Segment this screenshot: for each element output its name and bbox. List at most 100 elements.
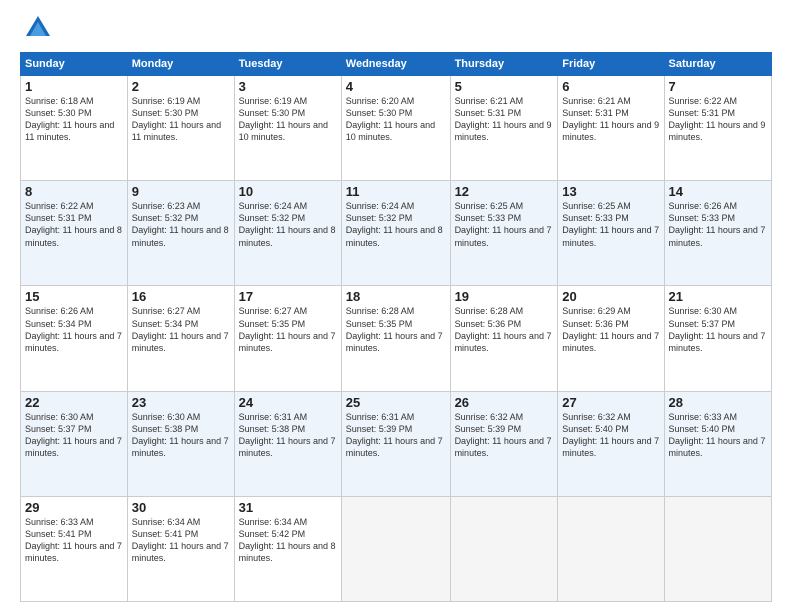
- day-number: 16: [132, 289, 230, 304]
- day-info: Sunrise: 6:30 AMSunset: 5:38 PMDaylight:…: [132, 411, 230, 460]
- day-number: 6: [562, 79, 659, 94]
- calendar-header-wednesday: Wednesday: [341, 53, 450, 76]
- calendar-cell: 27Sunrise: 6:32 AMSunset: 5:40 PMDayligh…: [558, 391, 664, 496]
- day-info: Sunrise: 6:24 AMSunset: 5:32 PMDaylight:…: [346, 200, 446, 249]
- day-info: Sunrise: 6:33 AMSunset: 5:41 PMDaylight:…: [25, 516, 123, 565]
- calendar-header-row: SundayMondayTuesdayWednesdayThursdayFrid…: [21, 53, 772, 76]
- calendar-header-thursday: Thursday: [450, 53, 558, 76]
- day-info: Sunrise: 6:26 AMSunset: 5:34 PMDaylight:…: [25, 305, 123, 354]
- day-number: 28: [669, 395, 767, 410]
- day-number: 21: [669, 289, 767, 304]
- day-info: Sunrise: 6:31 AMSunset: 5:38 PMDaylight:…: [239, 411, 337, 460]
- calendar-cell: 17Sunrise: 6:27 AMSunset: 5:35 PMDayligh…: [234, 286, 341, 391]
- day-info: Sunrise: 6:19 AMSunset: 5:30 PMDaylight:…: [239, 95, 337, 144]
- calendar-cell: 31Sunrise: 6:34 AMSunset: 5:42 PMDayligh…: [234, 496, 341, 601]
- day-number: 11: [346, 184, 446, 199]
- day-info: Sunrise: 6:31 AMSunset: 5:39 PMDaylight:…: [346, 411, 446, 460]
- day-number: 13: [562, 184, 659, 199]
- day-info: Sunrise: 6:30 AMSunset: 5:37 PMDaylight:…: [669, 305, 767, 354]
- day-number: 3: [239, 79, 337, 94]
- day-number: 2: [132, 79, 230, 94]
- calendar-cell: 22Sunrise: 6:30 AMSunset: 5:37 PMDayligh…: [21, 391, 128, 496]
- calendar-header-saturday: Saturday: [664, 53, 771, 76]
- calendar-table: SundayMondayTuesdayWednesdayThursdayFrid…: [20, 52, 772, 602]
- day-number: 19: [455, 289, 554, 304]
- day-number: 27: [562, 395, 659, 410]
- calendar-cell: 12Sunrise: 6:25 AMSunset: 5:33 PMDayligh…: [450, 181, 558, 286]
- calendar-cell: [558, 496, 664, 601]
- day-number: 25: [346, 395, 446, 410]
- calendar-week-1: 1Sunrise: 6:18 AMSunset: 5:30 PMDaylight…: [21, 76, 772, 181]
- calendar-cell: [664, 496, 771, 601]
- day-number: 30: [132, 500, 230, 515]
- calendar-week-5: 29Sunrise: 6:33 AMSunset: 5:41 PMDayligh…: [21, 496, 772, 601]
- day-info: Sunrise: 6:22 AMSunset: 5:31 PMDaylight:…: [669, 95, 767, 144]
- calendar-cell: [450, 496, 558, 601]
- day-info: Sunrise: 6:21 AMSunset: 5:31 PMDaylight:…: [562, 95, 659, 144]
- calendar-cell: 29Sunrise: 6:33 AMSunset: 5:41 PMDayligh…: [21, 496, 128, 601]
- day-number: 18: [346, 289, 446, 304]
- calendar-cell: 11Sunrise: 6:24 AMSunset: 5:32 PMDayligh…: [341, 181, 450, 286]
- calendar-header-monday: Monday: [127, 53, 234, 76]
- day-info: Sunrise: 6:24 AMSunset: 5:32 PMDaylight:…: [239, 200, 337, 249]
- calendar-week-2: 8Sunrise: 6:22 AMSunset: 5:31 PMDaylight…: [21, 181, 772, 286]
- day-info: Sunrise: 6:22 AMSunset: 5:31 PMDaylight:…: [25, 200, 123, 249]
- calendar-cell: 21Sunrise: 6:30 AMSunset: 5:37 PMDayligh…: [664, 286, 771, 391]
- day-info: Sunrise: 6:25 AMSunset: 5:33 PMDaylight:…: [562, 200, 659, 249]
- day-number: 5: [455, 79, 554, 94]
- calendar-cell: [341, 496, 450, 601]
- day-number: 4: [346, 79, 446, 94]
- day-number: 24: [239, 395, 337, 410]
- day-info: Sunrise: 6:27 AMSunset: 5:34 PMDaylight:…: [132, 305, 230, 354]
- day-info: Sunrise: 6:23 AMSunset: 5:32 PMDaylight:…: [132, 200, 230, 249]
- calendar-cell: 24Sunrise: 6:31 AMSunset: 5:38 PMDayligh…: [234, 391, 341, 496]
- calendar-header-tuesday: Tuesday: [234, 53, 341, 76]
- day-number: 8: [25, 184, 123, 199]
- day-info: Sunrise: 6:18 AMSunset: 5:30 PMDaylight:…: [25, 95, 123, 144]
- calendar-cell: 14Sunrise: 6:26 AMSunset: 5:33 PMDayligh…: [664, 181, 771, 286]
- calendar-cell: 3Sunrise: 6:19 AMSunset: 5:30 PMDaylight…: [234, 76, 341, 181]
- day-number: 31: [239, 500, 337, 515]
- header: [20, 18, 772, 42]
- day-info: Sunrise: 6:20 AMSunset: 5:30 PMDaylight:…: [346, 95, 446, 144]
- day-info: Sunrise: 6:32 AMSunset: 5:39 PMDaylight:…: [455, 411, 554, 460]
- day-info: Sunrise: 6:33 AMSunset: 5:40 PMDaylight:…: [669, 411, 767, 460]
- calendar-cell: 7Sunrise: 6:22 AMSunset: 5:31 PMDaylight…: [664, 76, 771, 181]
- calendar-cell: 30Sunrise: 6:34 AMSunset: 5:41 PMDayligh…: [127, 496, 234, 601]
- calendar-cell: 10Sunrise: 6:24 AMSunset: 5:32 PMDayligh…: [234, 181, 341, 286]
- logo-icon: [24, 14, 52, 42]
- calendar-header-sunday: Sunday: [21, 53, 128, 76]
- day-info: Sunrise: 6:34 AMSunset: 5:41 PMDaylight:…: [132, 516, 230, 565]
- day-number: 29: [25, 500, 123, 515]
- calendar-cell: 8Sunrise: 6:22 AMSunset: 5:31 PMDaylight…: [21, 181, 128, 286]
- day-info: Sunrise: 6:32 AMSunset: 5:40 PMDaylight:…: [562, 411, 659, 460]
- day-number: 23: [132, 395, 230, 410]
- calendar-cell: 15Sunrise: 6:26 AMSunset: 5:34 PMDayligh…: [21, 286, 128, 391]
- day-number: 14: [669, 184, 767, 199]
- day-number: 9: [132, 184, 230, 199]
- calendar-cell: 16Sunrise: 6:27 AMSunset: 5:34 PMDayligh…: [127, 286, 234, 391]
- day-info: Sunrise: 6:28 AMSunset: 5:35 PMDaylight:…: [346, 305, 446, 354]
- day-info: Sunrise: 6:34 AMSunset: 5:42 PMDaylight:…: [239, 516, 337, 565]
- calendar-header-friday: Friday: [558, 53, 664, 76]
- page: SundayMondayTuesdayWednesdayThursdayFrid…: [0, 0, 792, 612]
- calendar-cell: 6Sunrise: 6:21 AMSunset: 5:31 PMDaylight…: [558, 76, 664, 181]
- day-info: Sunrise: 6:26 AMSunset: 5:33 PMDaylight:…: [669, 200, 767, 249]
- logo: [20, 18, 52, 42]
- day-info: Sunrise: 6:21 AMSunset: 5:31 PMDaylight:…: [455, 95, 554, 144]
- calendar-week-3: 15Sunrise: 6:26 AMSunset: 5:34 PMDayligh…: [21, 286, 772, 391]
- calendar-cell: 28Sunrise: 6:33 AMSunset: 5:40 PMDayligh…: [664, 391, 771, 496]
- day-number: 15: [25, 289, 123, 304]
- calendar-week-4: 22Sunrise: 6:30 AMSunset: 5:37 PMDayligh…: [21, 391, 772, 496]
- day-number: 17: [239, 289, 337, 304]
- day-info: Sunrise: 6:27 AMSunset: 5:35 PMDaylight:…: [239, 305, 337, 354]
- calendar-cell: 20Sunrise: 6:29 AMSunset: 5:36 PMDayligh…: [558, 286, 664, 391]
- calendar-cell: 4Sunrise: 6:20 AMSunset: 5:30 PMDaylight…: [341, 76, 450, 181]
- calendar-cell: 26Sunrise: 6:32 AMSunset: 5:39 PMDayligh…: [450, 391, 558, 496]
- day-info: Sunrise: 6:19 AMSunset: 5:30 PMDaylight:…: [132, 95, 230, 144]
- day-number: 20: [562, 289, 659, 304]
- calendar-cell: 25Sunrise: 6:31 AMSunset: 5:39 PMDayligh…: [341, 391, 450, 496]
- day-info: Sunrise: 6:25 AMSunset: 5:33 PMDaylight:…: [455, 200, 554, 249]
- calendar-cell: 5Sunrise: 6:21 AMSunset: 5:31 PMDaylight…: [450, 76, 558, 181]
- day-info: Sunrise: 6:30 AMSunset: 5:37 PMDaylight:…: [25, 411, 123, 460]
